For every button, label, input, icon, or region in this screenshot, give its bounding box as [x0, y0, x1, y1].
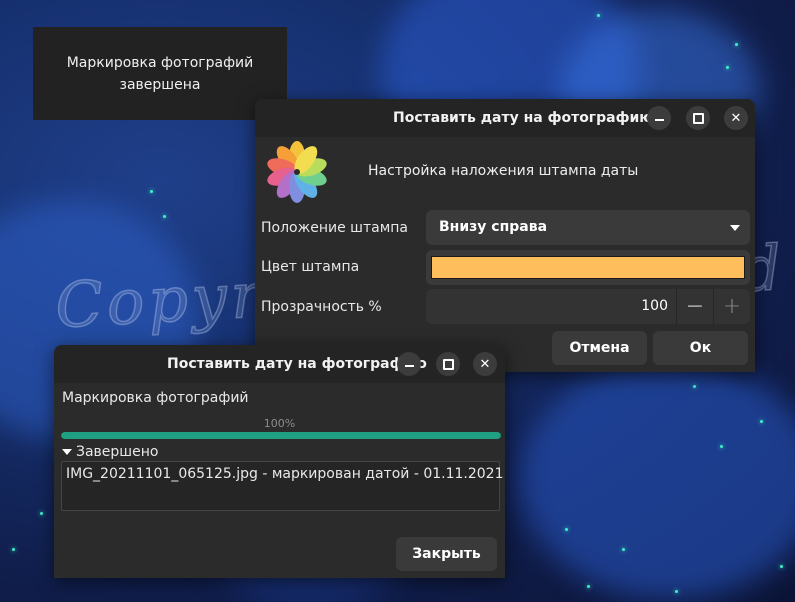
details-expander[interactable]: Завершено — [62, 444, 158, 460]
minimize-icon — [654, 119, 664, 121]
dialog-titlebar[interactable]: Поставить дату на фотографию ✕ — [255, 99, 755, 137]
decrement-button[interactable]: − — [676, 289, 713, 324]
stamp-color-button[interactable] — [426, 250, 750, 285]
ok-button[interactable]: Ок — [653, 331, 748, 365]
close-button[interactable]: ✕ — [473, 352, 497, 376]
minimize-button[interactable] — [647, 106, 671, 130]
close-dialog-button[interactable]: Закрыть — [396, 537, 497, 571]
opacity-spinbox[interactable]: 100 − + — [426, 289, 750, 324]
date-stamp-dialog: Поставить дату на фотографию ✕ Настройка… — [255, 99, 755, 372]
increment-button[interactable]: + — [713, 289, 750, 324]
position-value: Внизу справа — [439, 219, 548, 235]
maximize-button[interactable] — [436, 352, 460, 376]
progress-bar — [61, 432, 501, 439]
minimize-button[interactable] — [397, 352, 421, 376]
close-icon: ✕ — [730, 110, 742, 126]
progress-bar-fill — [61, 432, 501, 439]
progress-titlebar[interactable]: Поставить дату на фотографию ✕ — [54, 345, 505, 383]
cancel-button[interactable]: Отмена — [552, 331, 647, 365]
expander-label: Завершено — [76, 444, 159, 460]
details-log[interactable]: IMG_20211101_065125.jpg - маркирован дат… — [61, 461, 504, 511]
photos-app-icon — [267, 141, 327, 203]
chevron-down-icon — [730, 225, 740, 231]
notification-line-2: завершена — [119, 76, 201, 93]
notification-line-1: Маркировка фотографий — [66, 54, 254, 71]
close-icon: ✕ — [479, 356, 491, 372]
expander-triangle-icon — [62, 449, 72, 455]
maximize-button[interactable] — [686, 106, 710, 130]
color-label: Цвет штампа — [261, 259, 360, 275]
progress-window: Поставить дату на фотографию ✕ Маркировк… — [54, 345, 505, 578]
close-button[interactable]: ✕ — [724, 106, 748, 130]
dialog-heading: Настройка наложения штампа даты — [368, 163, 639, 179]
maximize-icon — [442, 358, 454, 370]
progress-message: Маркировка фотографий — [62, 390, 249, 406]
opacity-label: Прозрачность % — [261, 299, 382, 315]
dialog-title: Поставить дату на фотографию — [393, 110, 653, 126]
notification-popup[interactable]: Маркировка фотографий завершена — [33, 27, 287, 120]
progress-title: Поставить дату на фотографию — [167, 356, 427, 372]
progress-percent-text: 100% — [263, 417, 296, 430]
maximize-icon — [692, 112, 704, 124]
stamp-color-swatch — [431, 256, 745, 279]
position-label: Положение штампа — [261, 220, 408, 236]
position-dropdown[interactable]: Внизу справа — [426, 210, 750, 245]
minimize-icon — [404, 365, 414, 367]
opacity-value[interactable]: 100 — [641, 289, 668, 324]
log-line: IMG_20211101_065125.jpg - маркирован дат… — [66, 466, 504, 482]
